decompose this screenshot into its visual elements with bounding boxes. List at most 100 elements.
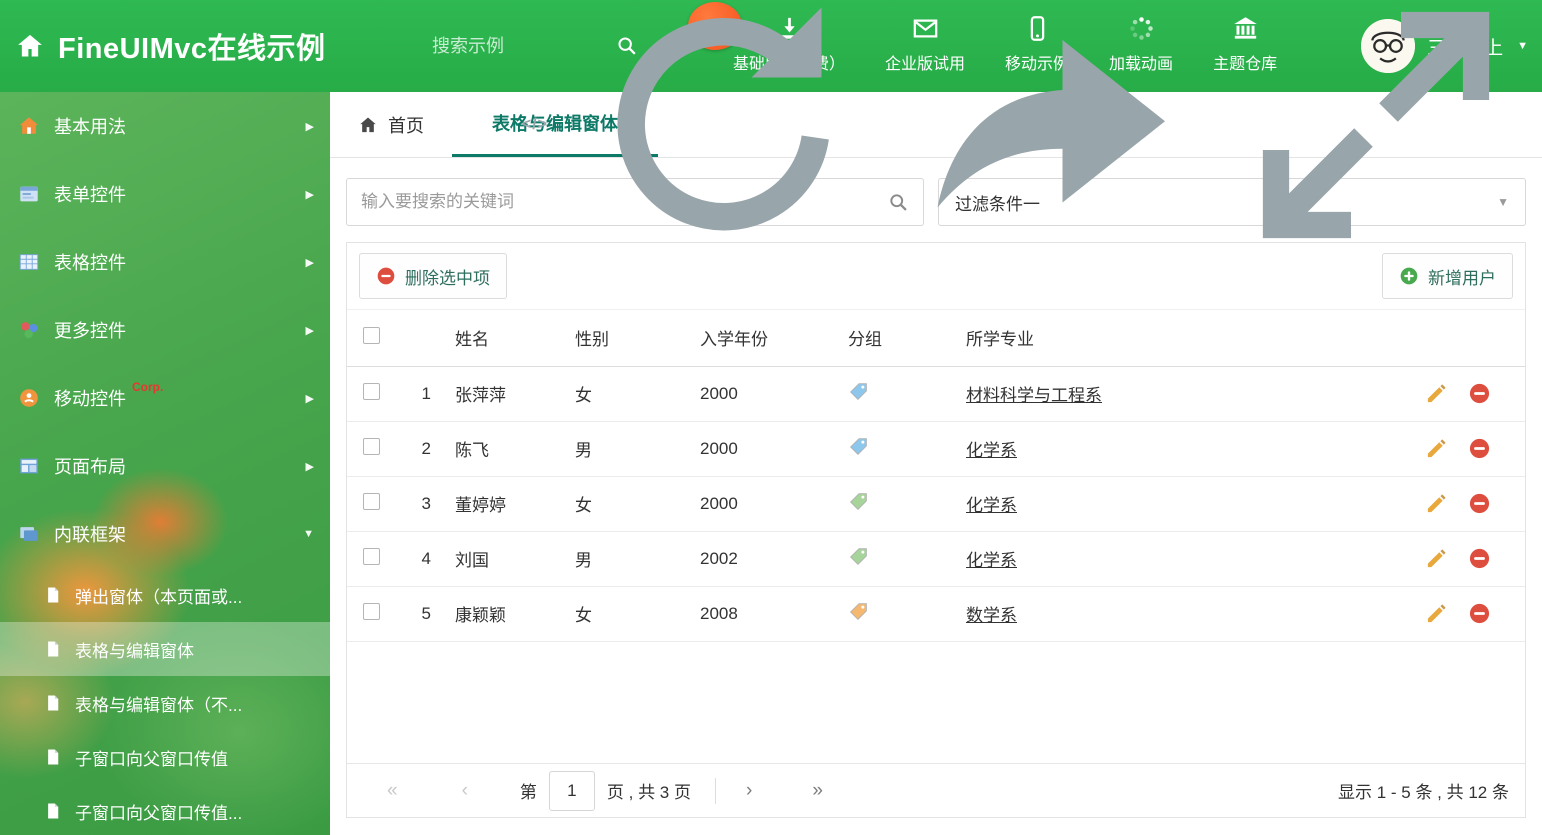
- major-link[interactable]: 材料科学与工程系: [966, 386, 1102, 405]
- tag-icon: [848, 601, 869, 622]
- sidebar-subitem[interactable]: 表格与编辑窗体（不...: [0, 676, 330, 730]
- actions-cell: [1395, 476, 1525, 532]
- row-checkbox-cell: [347, 366, 393, 422]
- app-title: FineUIMvc在线示例: [58, 33, 326, 65]
- actions-cell: [1395, 531, 1525, 587]
- name-cell: 康颖颖: [455, 586, 575, 642]
- gender-cell: 女: [575, 586, 700, 642]
- sidebar-item[interactable]: 页面布局 ▶: [0, 432, 330, 500]
- delete-selected-label: 删除选中项: [405, 268, 490, 288]
- year-cell: 2008: [700, 586, 848, 642]
- table-row: 2 陈飞男 2000 化学系: [347, 421, 1525, 477]
- edit-icon[interactable]: [1425, 437, 1448, 460]
- form-icon: [18, 183, 40, 205]
- prev-page-button[interactable]: ‹: [456, 780, 474, 802]
- sidebar-subitem-label: 弹出窗体（本页面或...: [75, 587, 243, 607]
- delete-selected-button[interactable]: 删除选中项: [359, 253, 507, 299]
- tab-home-label: 首页: [388, 115, 424, 136]
- tab-bar: 首页 表格与编辑窗体 × </>: [330, 7, 1542, 238]
- delete-icon[interactable]: [1468, 492, 1491, 515]
- sidebar-item[interactable]: 移动控件 Corp. ▶: [0, 364, 330, 432]
- major-link[interactable]: 化学系: [966, 551, 1017, 570]
- refresh-icon[interactable]: [574, 0, 874, 275]
- widgets-icon: [18, 319, 40, 341]
- sidebar-item-label: 表单控件: [54, 185, 126, 205]
- col-index: [393, 310, 455, 367]
- group-cell: [848, 476, 966, 532]
- select-all-checkbox[interactable]: [363, 326, 380, 344]
- next-page-button[interactable]: ›: [740, 780, 758, 802]
- chevron-right-icon: ▶: [305, 256, 314, 269]
- source-code-icon[interactable]: </>: [522, 116, 548, 134]
- sidebar-subitem-label: 子窗口向父窗口传值: [75, 749, 228, 769]
- row-checkbox[interactable]: [363, 602, 380, 620]
- chevron-right-icon: ▶: [305, 188, 314, 201]
- delete-icon[interactable]: [1468, 437, 1491, 460]
- row-checkbox[interactable]: [363, 547, 380, 565]
- col-year: 入学年份: [700, 310, 848, 367]
- mobile-orange-icon: [18, 387, 40, 409]
- header-search-input[interactable]: [432, 35, 572, 57]
- delete-icon[interactable]: [1468, 547, 1491, 570]
- table-body: 1 张萍萍女 2000 材料科学与工程系 2 陈飞男 2000 化学系 3 董婷婷女 2000 化学系…: [347, 366, 1525, 642]
- layout-icon: [18, 455, 40, 477]
- sidebar-item[interactable]: 更多控件 ▶: [0, 296, 330, 364]
- iframe-icon: [18, 523, 40, 545]
- page-number-input[interactable]: 1: [548, 770, 595, 811]
- edit-icon[interactable]: [1425, 382, 1448, 405]
- row-checkbox[interactable]: [363, 492, 380, 510]
- row-checkbox[interactable]: [363, 437, 380, 455]
- major-link[interactable]: 化学系: [966, 441, 1017, 460]
- page-suffix: 页 , 共 3 页: [606, 783, 691, 802]
- row-index: 5: [393, 586, 455, 642]
- edit-icon[interactable]: [1425, 492, 1448, 515]
- sidebar-subitem[interactable]: 表格与编辑窗体: [0, 622, 330, 676]
- actions-cell: [1395, 366, 1525, 422]
- sidebar: 基本用法 ▶ 表单控件 ▶ 表格控件 ▶ 更多控件 ▶ 移动控件 Corp. ▶ 页面布局 ▶ 内联框架 ▼…: [0, 92, 330, 835]
- grid-panel: 删除选中项 新增用户 姓名 性别 入学年份 分组 所学专业 1 张萍萍 女 20…: [346, 242, 1526, 818]
- delete-icon[interactable]: [1468, 382, 1491, 405]
- table-row: 5 康颖颖女 2008 数学系: [347, 586, 1525, 642]
- users-table: 姓名 性别 入学年份 分组 所学专业 1 张萍萍女 2000 材料科学与工程系 2 陈飞男…: [347, 310, 1525, 642]
- major-link[interactable]: 数学系: [966, 606, 1017, 625]
- row-checkbox-cell: [347, 476, 393, 532]
- sidebar-item[interactable]: 表格控件 ▶: [0, 228, 330, 296]
- major-link[interactable]: 化学系: [966, 496, 1017, 515]
- sidebar-items: 基本用法 ▶ 表单控件 ▶ 表格控件 ▶ 更多控件 ▶ 移动控件 Corp. ▶ 页面布局 ▶ 内联框架 ▼: [0, 92, 330, 568]
- sidebar-item[interactable]: 内联框架 ▼: [0, 500, 330, 568]
- corp-badge: Corp.: [132, 380, 164, 394]
- basic-icon: [18, 115, 40, 137]
- name-cell: 陈飞: [455, 421, 575, 477]
- group-cell: [848, 586, 966, 642]
- home-icon: [16, 32, 44, 60]
- col-major: 所学专业: [966, 310, 1395, 367]
- page-prefix: 第: [519, 783, 537, 802]
- row-checkbox[interactable]: [363, 382, 380, 400]
- brand[interactable]: FineUIMvc在线示例: [16, 0, 326, 92]
- group-cell: [848, 421, 966, 477]
- sidebar-subitem-label: 表格与编辑窗体（不...: [75, 695, 243, 715]
- share-icon[interactable]: [900, 0, 1200, 275]
- sidebar-subitem[interactable]: 子窗口向父窗口传值...: [0, 784, 330, 835]
- delete-icon[interactable]: [1468, 602, 1491, 625]
- sidebar-subitem[interactable]: 弹出窗体（本页面或...: [0, 568, 330, 622]
- tag-icon: [848, 381, 869, 402]
- edit-icon[interactable]: [1425, 602, 1448, 625]
- sidebar-subitem-label: 表格与编辑窗体: [75, 641, 194, 661]
- tab-home[interactable]: 首页: [330, 92, 452, 157]
- edit-icon[interactable]: [1425, 547, 1448, 570]
- sidebar-item[interactable]: 基本用法 ▶: [0, 92, 330, 160]
- last-page-button[interactable]: »: [806, 780, 829, 802]
- table-row: 4 刘国男 2002 化学系: [347, 531, 1525, 587]
- chevron-right-icon: ▶: [305, 392, 314, 405]
- tag-icon: [848, 546, 869, 567]
- first-page-button[interactable]: «: [381, 780, 404, 802]
- sidebar-subitems: 弹出窗体（本页面或... 表格与编辑窗体表格与编辑窗体（不... 子窗口向父窗口传值…: [0, 568, 330, 835]
- actions-cell: [1395, 421, 1525, 477]
- sidebar-subitem[interactable]: 子窗口向父窗口传值: [0, 730, 330, 784]
- sidebar-item-label: 更多控件: [54, 321, 126, 341]
- name-cell: 刘国: [455, 531, 575, 587]
- sidebar-subitem-label: 子窗口向父窗口传值...: [75, 803, 243, 823]
- expand-icon[interactable]: [1226, 0, 1526, 275]
- sidebar-item[interactable]: 表单控件 ▶: [0, 160, 330, 228]
